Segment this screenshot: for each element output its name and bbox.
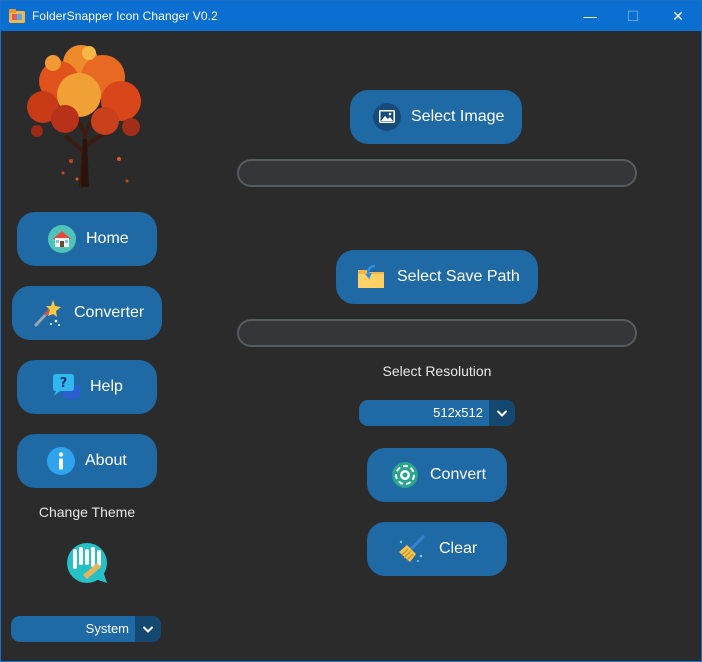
autumn-tree-icon <box>27 45 141 188</box>
title-bar: FolderSnapper Icon Changer V0.2 — ☐ ✕ <box>1 1 701 31</box>
resolution-dropdown-value: 512x512 <box>433 405 483 420</box>
maximize-button[interactable]: ☐ <box>610 1 656 31</box>
folder-app-icon <box>9 9 25 23</box>
close-button[interactable]: ✕ <box>655 1 701 31</box>
folder-icon <box>358 264 384 288</box>
broom-icon <box>399 535 425 562</box>
clear-button[interactable]: Clear <box>367 522 507 576</box>
sidebar-item-help[interactable]: ? Help <box>17 360 157 414</box>
select-save-path-button[interactable]: Select Save Path <box>336 250 538 304</box>
sidebar-item-label: Help <box>90 378 123 395</box>
convert-button[interactable]: Convert <box>367 448 507 502</box>
chevron-down-icon <box>497 410 507 417</box>
theme-dropdown-button[interactable] <box>135 616 161 642</box>
info-icon <box>47 447 75 475</box>
clear-label: Clear <box>439 540 478 557</box>
svg-text:?: ? <box>60 376 68 391</box>
image-icon <box>373 103 401 131</box>
maximize-icon: ☐ <box>626 7 640 24</box>
sidebar-item-label: About <box>85 452 127 469</box>
image-path-field[interactable] <box>237 159 637 187</box>
app-window: FolderSnapper Icon Changer V0.2 — ☐ ✕ Ho… <box>0 0 702 662</box>
sidebar-item-label: Converter <box>74 304 145 321</box>
convert-icon <box>392 462 418 488</box>
select-resolution-label: Select Resolution <box>382 363 492 379</box>
sidebar-item-label: Home <box>86 230 129 247</box>
save-path-field[interactable] <box>237 319 637 347</box>
theme-dropdown-value: System <box>85 621 129 636</box>
paint-brush-icon[interactable] <box>65 541 109 585</box>
close-icon: ✕ <box>672 7 684 24</box>
magic-wand-icon <box>34 300 61 327</box>
convert-label: Convert <box>430 466 487 483</box>
select-image-button[interactable]: Select Image <box>350 90 522 144</box>
theme-dropdown[interactable]: System <box>11 616 161 642</box>
resolution-dropdown-button[interactable] <box>489 400 515 426</box>
resolution-dropdown[interactable]: 512x512 <box>359 400 515 426</box>
select-image-label: Select Image <box>411 108 505 125</box>
sidebar-item-about[interactable]: About <box>17 434 157 488</box>
sidebar-item-converter[interactable]: Converter <box>12 286 162 340</box>
select-save-path-label: Select Save Path <box>397 268 520 285</box>
minimize-icon: — <box>583 8 597 24</box>
sidebar-item-home[interactable]: Home <box>17 212 157 266</box>
house-icon <box>48 225 76 253</box>
chevron-down-icon <box>143 626 153 633</box>
minimize-button[interactable]: — <box>567 1 613 31</box>
change-theme-label: Change Theme <box>38 504 136 520</box>
window-title: FolderSnapper Icon Changer V0.2 <box>32 9 218 23</box>
help-chat-icon: ? <box>53 374 80 399</box>
